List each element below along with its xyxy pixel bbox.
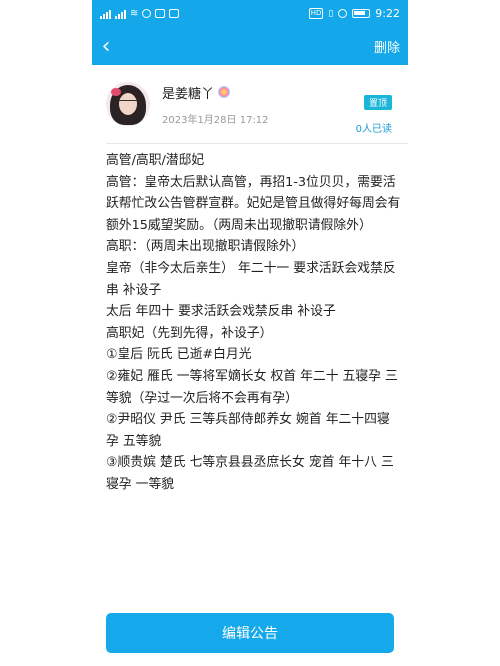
content-line: ③顺贵嫔 楚氏 七等京县县丞庶长女 宠首 年十八 三寝孕 一等貌 bbox=[106, 455, 394, 492]
author-name: 是姜糖丫 bbox=[162, 86, 215, 102]
content-line: 高管/高职/潜邸妃 bbox=[106, 153, 205, 168]
author-header: 是姜糖丫 2023年1月28日 17:12 置顶 0人已读 bbox=[92, 65, 408, 143]
content-line: 高职妃（先到先得，补设子） bbox=[106, 325, 273, 341]
phone-screen: ≋ HD ▯ 9:22 ‹ 删除 是姜糖丫 2023年1月28日 17:12 置… bbox=[92, 0, 408, 666]
author-meta: 是姜糖丫 2023年1月28日 17:12 bbox=[162, 83, 269, 126]
content-line: 皇帝（非今太后亲生） 年二十一 要求活跃会戏禁反串 补设子 bbox=[106, 260, 396, 298]
pinned-badge: 置顶 bbox=[363, 95, 392, 110]
status-left-icons: ≋ bbox=[100, 8, 180, 19]
status-bar: ≋ HD ▯ 9:22 bbox=[92, 0, 408, 27]
vibrate-icon: ▯ bbox=[328, 8, 334, 19]
chevron-left-icon: ‹ bbox=[101, 33, 111, 59]
content-line: ②雍妃 雁氏 一等将军嫡长女 权首 年二十 五寝孕 三等貌（孕过一次后将不会再有… bbox=[106, 368, 398, 406]
content-line: 高管：皇帝太后默认高管，再招1-3位贝贝，需要活跃帮忙改公告管群宣群。妃妃是管且… bbox=[106, 174, 401, 233]
avatar[interactable] bbox=[106, 82, 150, 126]
image-notification-icon bbox=[169, 9, 180, 18]
content-line: 高职：（两周未出现撤职请假除外） bbox=[106, 239, 305, 255]
back-button[interactable]: ‹ bbox=[94, 27, 118, 65]
signal-icon bbox=[100, 9, 111, 19]
app-notification-icon bbox=[142, 9, 152, 18]
battery-icon bbox=[352, 9, 371, 18]
hd-badge: HD bbox=[308, 8, 324, 19]
nav-bar: ‹ 删除 bbox=[92, 27, 408, 65]
announcement-body: 高管/高职/潜邸妃 高管：皇帝太后默认高管，再招1-3位贝贝，需要活跃帮忙改公告… bbox=[106, 150, 402, 496]
message-notification-icon bbox=[155, 9, 166, 18]
alarm-icon bbox=[338, 9, 348, 18]
content-line: ①皇后 阮氏 已逝#白月光 bbox=[106, 347, 252, 363]
read-count[interactable]: 0人已读 bbox=[356, 120, 392, 135]
candy-icon bbox=[218, 86, 231, 98]
delete-button[interactable]: 删除 bbox=[374, 37, 400, 56]
author-name-row: 是姜糖丫 bbox=[162, 83, 269, 102]
post-date: 2023年1月28日 17:12 bbox=[162, 114, 269, 126]
clock: 9:22 bbox=[375, 7, 400, 20]
status-right-icons: HD ▯ 9:22 bbox=[308, 7, 400, 20]
edit-announcement-button[interactable]: 编辑公告 bbox=[106, 613, 394, 653]
divider bbox=[106, 143, 408, 144]
signal-icon-2 bbox=[115, 9, 126, 19]
content-line: 太后 年四十 要求活跃会戏禁反串 补设子 bbox=[106, 304, 336, 320]
announcement-status: 置顶 0人已读 bbox=[356, 91, 392, 135]
wifi-icon: ≋ bbox=[130, 8, 139, 19]
content-line: ②尹昭仪 尹氏 三等兵部侍郎养女 婉首 年二十四寝孕 五等貌 bbox=[106, 412, 390, 449]
